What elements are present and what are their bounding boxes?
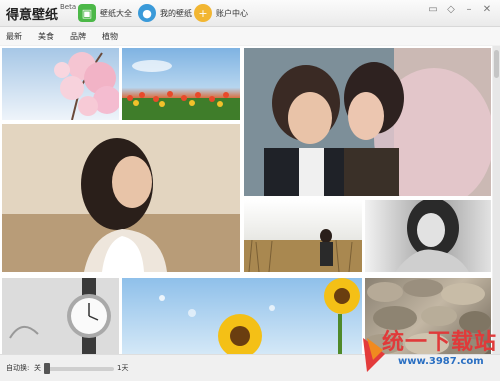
wristwatch-image — [2, 278, 119, 354]
auto-change-slider[interactable] — [46, 367, 114, 371]
wallpaper-thumbnail[interactable] — [244, 200, 362, 272]
tab-plants[interactable]: 植物 — [102, 31, 118, 42]
auto-change-label: 自动换: — [6, 364, 30, 372]
vertical-scrollbar[interactable] — [493, 46, 500, 354]
skin-icon[interactable]: ◇ — [444, 3, 458, 17]
tab-food[interactable]: 美食 — [38, 31, 54, 42]
tab-latest[interactable]: 最新 — [6, 31, 22, 42]
user-icon: ● — [138, 4, 156, 22]
minimize-icon[interactable]: – — [462, 3, 476, 17]
wallpaper-thumbnail[interactable] — [365, 200, 491, 272]
field-woman-image — [244, 229, 362, 272]
feedback-icon[interactable]: ▭ — [426, 3, 440, 17]
tab-brand[interactable]: 品牌 — [70, 31, 86, 42]
days-label: 1天 — [117, 364, 129, 372]
plus-icon: + — [194, 4, 212, 22]
nav-account-center[interactable]: + 账户中心 — [194, 3, 248, 23]
watermark-text: 统一下载站 — [382, 330, 498, 355]
woman-bw-portrait-image — [395, 200, 469, 272]
wallpaper-thumbnail[interactable] — [2, 48, 119, 120]
wallpaper-gallery — [0, 46, 492, 354]
slider-knob[interactable] — [44, 363, 50, 374]
watermark-url: www.3987.com — [398, 356, 484, 367]
woman-portrait-image — [2, 124, 240, 272]
image-icon: ▣ — [78, 4, 96, 22]
nav-label: 我的壁纸 — [160, 8, 192, 18]
nav-wallpaper-all[interactable]: ▣ 壁纸大全 — [78, 3, 132, 23]
wallpaper-thumbnail[interactable] — [2, 278, 119, 354]
nav-my-wallpapers[interactable]: ● 我的壁纸 — [138, 3, 192, 23]
wallpaper-thumbnail[interactable] — [122, 278, 362, 354]
wallpaper-thumbnail[interactable] — [2, 124, 240, 272]
beta-badge: Beta — [60, 3, 77, 11]
app-logo: 得意壁纸 — [6, 8, 59, 23]
title-bar: 得意壁纸 Beta ▣ 壁纸大全 ● 我的壁纸 + 账户中心 ▭ ◇ – ✕ — [0, 0, 500, 27]
category-tabs: 最新 美食 品牌 植物 — [0, 27, 500, 45]
scrollbar-thumb[interactable] — [494, 50, 499, 78]
wallpaper-thumbnail[interactable] — [244, 48, 491, 196]
tulip-field-image — [122, 60, 240, 120]
cherry-blossom-image — [54, 52, 119, 120]
nav-label: 壁纸大全 — [100, 8, 132, 18]
close-icon[interactable]: ✕ — [480, 3, 494, 17]
couple-portrait-image — [244, 48, 491, 196]
off-label: 关 — [34, 364, 41, 372]
wallpaper-thumbnail[interactable] — [122, 48, 240, 120]
nav-label: 账户中心 — [216, 8, 248, 18]
sunflowers-image — [159, 278, 360, 354]
